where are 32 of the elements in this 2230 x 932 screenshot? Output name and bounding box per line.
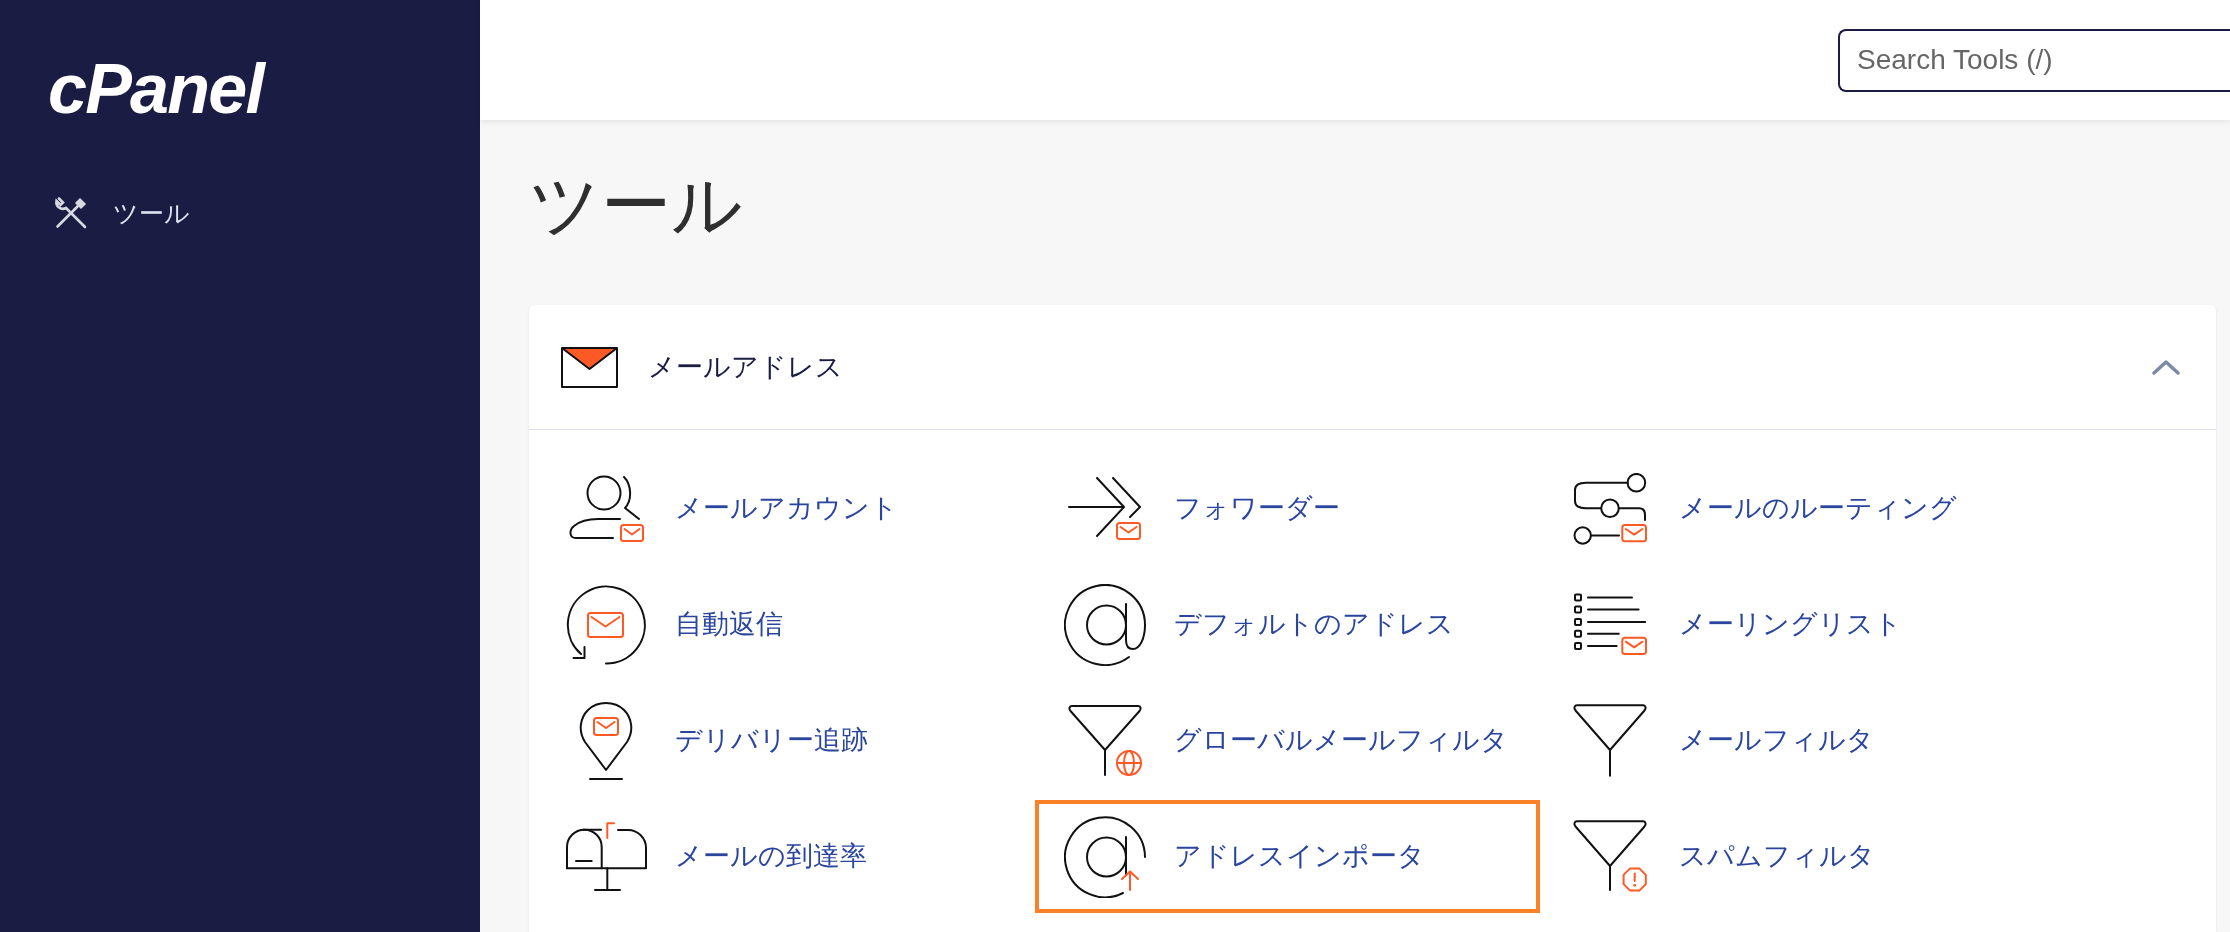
tool-link[interactable]: メーリングリスト xyxy=(1540,568,2216,681)
tool-link[interactable]: メールアカウント xyxy=(536,452,1035,565)
circular-arrow-mail-icon xyxy=(566,584,646,665)
search-field[interactable]: Search Tools (/) xyxy=(1838,28,2230,92)
tool-link[interactable]: スパムフィルタ xyxy=(1540,800,2216,913)
envelope-icon xyxy=(561,346,618,388)
funnel-globe-icon xyxy=(1067,704,1143,777)
funnel-warning-icon xyxy=(1572,820,1648,893)
logo[interactable]: cPanel xyxy=(48,54,264,124)
mailbox-icon xyxy=(565,821,647,892)
tool-link[interactable]: アドレスインポータ xyxy=(1035,800,1540,913)
at-sign-arrow-icon xyxy=(1064,815,1146,898)
double-arrow-mail-icon xyxy=(1068,476,1142,541)
list-mail-icon xyxy=(1573,593,1647,656)
tool-link[interactable]: フォワーダー xyxy=(1035,452,1540,565)
tools-icon xyxy=(54,196,88,230)
at-sign-icon xyxy=(1064,583,1146,666)
person-mail-icon xyxy=(567,474,645,543)
tool-link[interactable]: デリバリー追跡 xyxy=(536,684,1035,797)
tool-link[interactable]: メールのルーティング xyxy=(1540,452,2216,565)
tool-link[interactable]: デフォルトのアドレス xyxy=(1035,568,1540,681)
section-title: メールアドレス xyxy=(648,353,843,381)
funnel-icon xyxy=(1573,704,1647,777)
sidebar-item[interactable]: ツール xyxy=(54,196,190,230)
map-pin-mail-icon xyxy=(577,700,635,781)
route-nodes-mail-icon xyxy=(1573,472,1647,545)
chevron-up-icon[interactable] xyxy=(2152,359,2180,375)
tool-link[interactable]: メールの到達率 xyxy=(536,800,1035,913)
tool-link[interactable]: メールフィルタ xyxy=(1540,684,2216,797)
page-title: ツール xyxy=(529,170,744,240)
tool-link[interactable]: 自動返信 xyxy=(536,568,1035,681)
tool-link[interactable]: グローバルメールフィルタ xyxy=(1035,684,1540,797)
